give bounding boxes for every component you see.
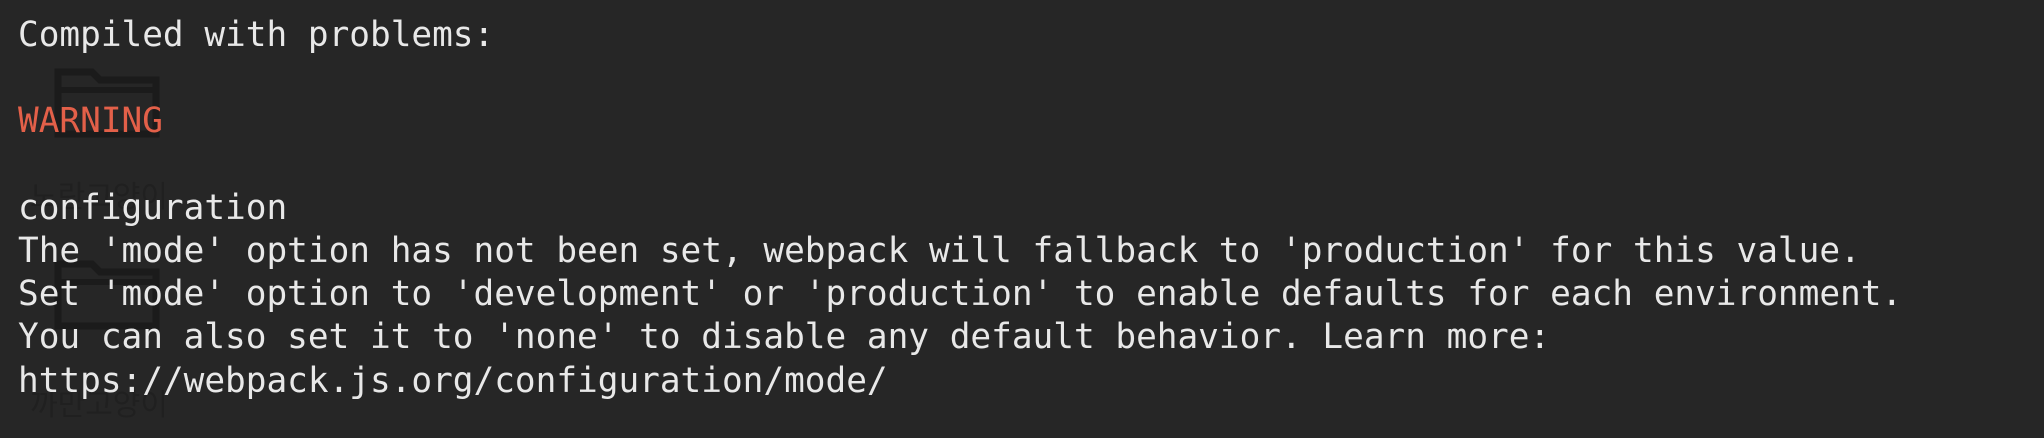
docs-link[interactable]: https://webpack.js.org/configuration/mod… (18, 360, 2044, 403)
warning-message-line: Set 'mode' option to 'development' or 'p… (18, 274, 1903, 315)
warning-message-line: The 'mode' option has not been set, webp… (18, 230, 1861, 271)
warning-category: configuration (18, 187, 288, 228)
overlay-header: Compiled with problems: (18, 15, 495, 55)
warning-label: WARNING (18, 101, 163, 142)
error-overlay: 노란고양이 까만고양이 Compiled with problems: WARN… (0, 0, 2044, 438)
warning-message-line: You can also set it to 'none' to disable… (18, 317, 1551, 358)
